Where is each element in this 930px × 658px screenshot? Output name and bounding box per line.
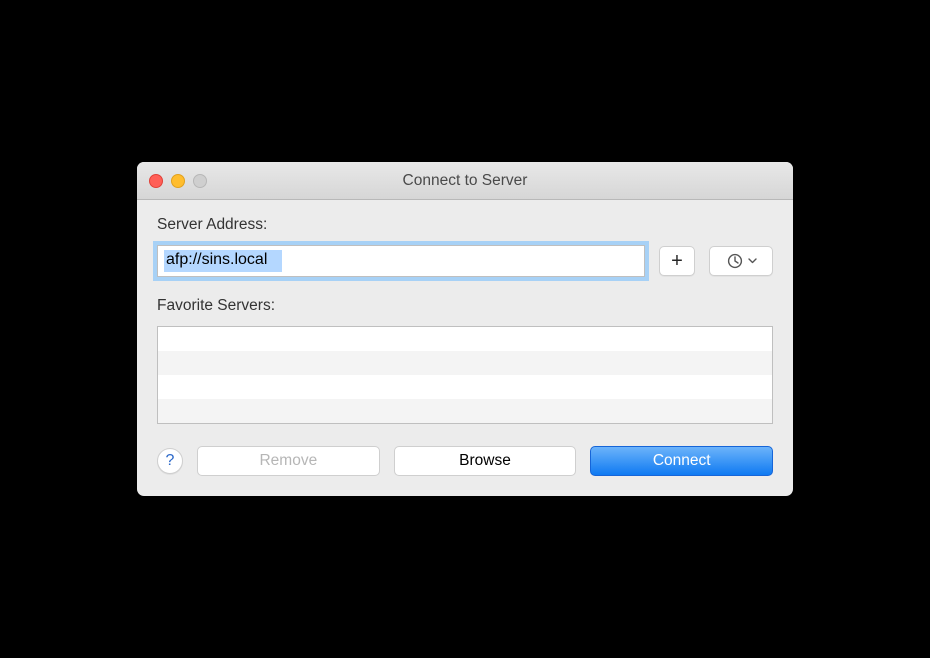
list-row bbox=[158, 399, 772, 423]
minimize-icon[interactable] bbox=[171, 174, 185, 188]
add-favorite-button[interactable]: + bbox=[659, 246, 695, 276]
favorite-servers-label: Favorite Servers: bbox=[157, 297, 773, 315]
list-row bbox=[158, 351, 772, 375]
connect-button[interactable]: Connect bbox=[590, 446, 773, 476]
help-button[interactable]: ? bbox=[157, 448, 183, 474]
server-address-input-wrap[interactable]: afp://sins.local bbox=[157, 245, 645, 277]
help-icon: ? bbox=[166, 452, 175, 470]
server-address-label: Server Address: bbox=[157, 216, 773, 234]
list-row bbox=[158, 375, 772, 399]
history-button[interactable] bbox=[709, 246, 773, 276]
remove-button: Remove bbox=[197, 446, 380, 476]
favorite-servers-list[interactable] bbox=[157, 326, 773, 424]
connect-to-server-window: Connect to Server Server Address: afp://… bbox=[137, 162, 793, 496]
browse-button[interactable]: Browse bbox=[394, 446, 577, 476]
maximize-icon bbox=[193, 174, 207, 188]
close-icon[interactable] bbox=[149, 174, 163, 188]
window-title: Connect to Server bbox=[137, 172, 793, 190]
bottom-button-row: ? Remove Browse Connect bbox=[157, 446, 773, 476]
clock-icon bbox=[726, 252, 744, 270]
list-row bbox=[158, 327, 772, 351]
plus-icon: + bbox=[671, 251, 683, 271]
traffic-lights bbox=[149, 174, 207, 188]
chevron-down-icon bbox=[748, 258, 757, 264]
titlebar[interactable]: Connect to Server bbox=[137, 162, 793, 200]
window-content: Server Address: afp://sins.local + Favo bbox=[137, 200, 793, 496]
address-row: afp://sins.local + bbox=[157, 245, 773, 277]
